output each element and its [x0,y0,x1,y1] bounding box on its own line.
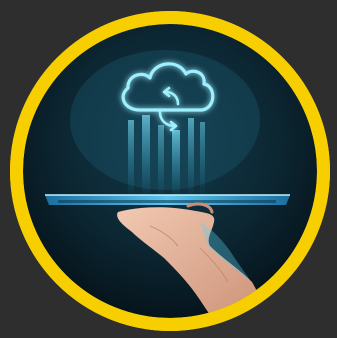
tablet [45,194,290,205]
cloud-tablet-illustration [10,11,330,331]
badge-image [0,0,337,338]
